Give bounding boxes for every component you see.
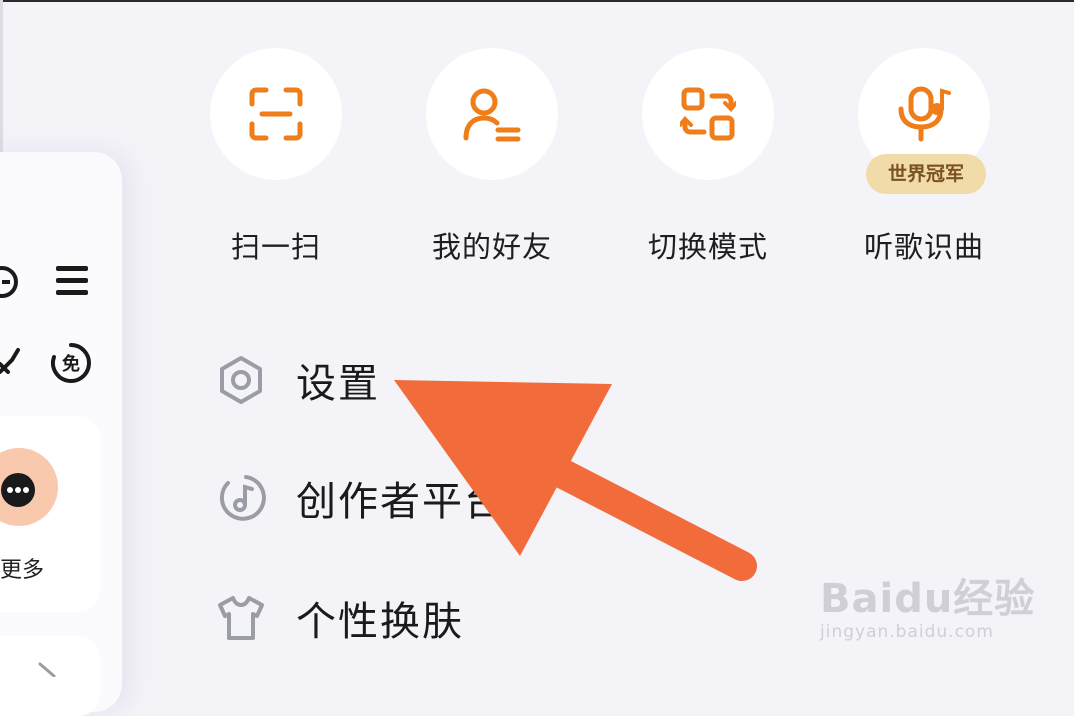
menu-item-skin[interactable]: 个性换肤 (216, 588, 464, 648)
quick-action-switch-mode[interactable]: 切换模式 (642, 48, 774, 266)
chevron-right-icon (38, 662, 56, 677)
friends-icon (463, 88, 521, 142)
switch-mode-label: 切换模式 (647, 230, 768, 264)
skin-label: 个性换肤 (296, 599, 464, 645)
creator-platform-label: 创作者平台 (296, 479, 506, 525)
free-mode-icon[interactable]: 免 (50, 342, 92, 384)
add-circle-icon[interactable] (0, 262, 22, 302)
baidu-watermark: Baidu经验 jingyan.baidu.com (820, 566, 1035, 642)
music-recognition-badge: 世界冠军 (866, 154, 986, 194)
skin-icon (216, 593, 266, 643)
menu-item-settings[interactable]: 设置 (216, 350, 380, 410)
watermark-url: jingyan.baidu.com (820, 622, 994, 642)
switch-mode-button[interactable] (642, 48, 774, 180)
menu-item-creator-platform[interactable]: 创作者平台 (216, 468, 506, 528)
music-recognition-icon (898, 86, 951, 142)
switch-mode-icon (680, 87, 736, 141)
scan-label: 扫一扫 (230, 230, 321, 264)
broom-icon[interactable] (0, 342, 22, 380)
friends-label: 我的好友 (431, 230, 552, 264)
friends-button[interactable] (426, 48, 558, 180)
scan-icon (249, 87, 303, 141)
creator-platform-icon (216, 473, 266, 523)
watermark-logo: Baidu经验 (820, 576, 1036, 622)
more-label: 更多 (0, 558, 45, 583)
settings-label: 设置 (296, 361, 380, 407)
svg-text:免: 免 (62, 353, 80, 375)
quick-action-scan[interactable]: 扫一扫 (210, 48, 342, 266)
settings-icon (216, 355, 266, 405)
more-dots-icon (1, 473, 35, 507)
menu-lines-icon[interactable] (54, 264, 90, 298)
music-recognition-label: 听歌识曲 (863, 230, 984, 264)
scan-button[interactable] (210, 48, 342, 180)
quick-action-friends[interactable]: 我的好友 (426, 48, 558, 266)
window-top-border (0, 0, 1074, 2)
